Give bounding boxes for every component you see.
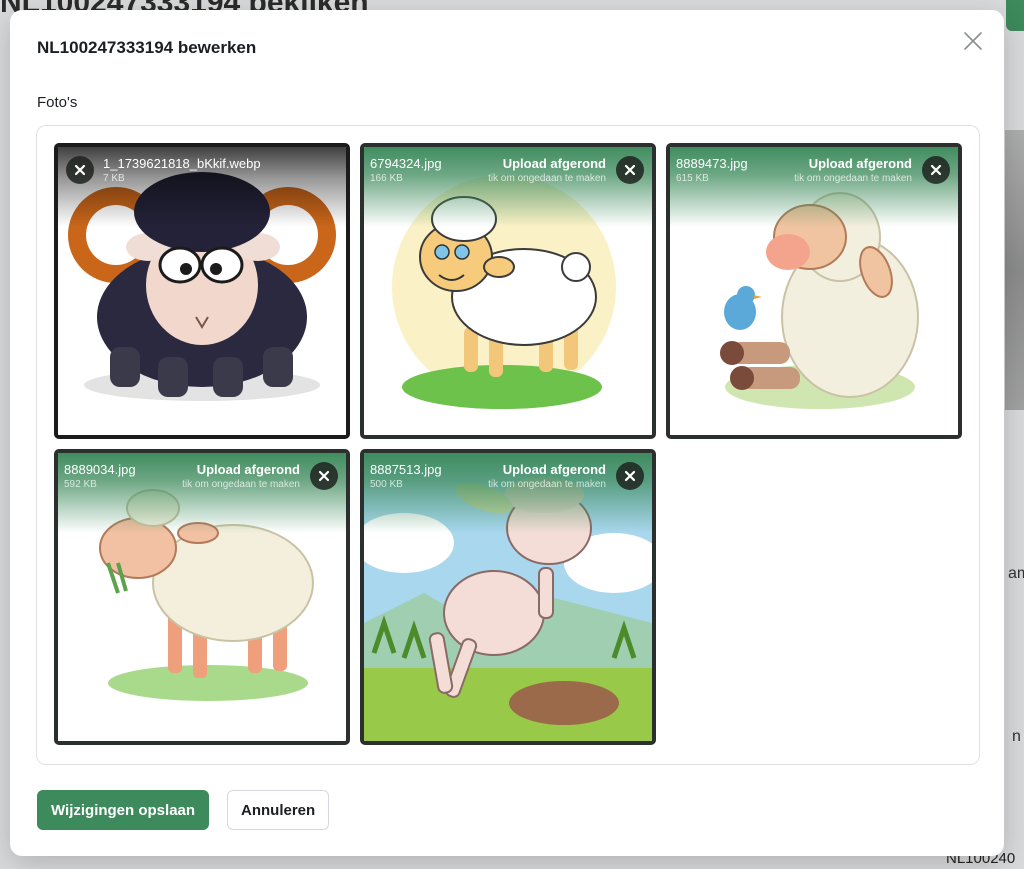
photo-tile[interactable]: 1_1739621818_bKkif.webp 7 KB	[54, 143, 350, 439]
photo-filename: 8889034.jpg	[64, 462, 136, 477]
remove-photo-button[interactable]	[616, 462, 644, 490]
remove-photo-button[interactable]	[616, 156, 644, 184]
photo-tile[interactable]: 8889473.jpg 615 KB Upload afgerond tik o…	[666, 143, 962, 439]
close-icon	[624, 164, 636, 176]
upload-status: Upload afgerond	[502, 462, 606, 477]
photo-tile[interactable]: 6794324.jpg 166 KB Upload afgerond tik o…	[360, 143, 656, 439]
undo-hint: tik om ongedaan te maken	[488, 479, 606, 490]
modal-title: NL100247333194 bewerken	[37, 38, 257, 57]
photo-tile[interactable]: 8889034.jpg 592 KB Upload afgerond tik o…	[54, 449, 350, 745]
photo-filesize: 615 KB	[676, 173, 709, 184]
photo-filename: 6794324.jpg	[370, 156, 442, 171]
photo-filesize: 7 KB	[103, 173, 125, 184]
background-text-fragment: n	[1012, 728, 1021, 745]
upload-status: Upload afgerond	[808, 156, 912, 171]
photos-label: Foto's	[37, 94, 78, 111]
photo-filesize: 166 KB	[370, 173, 403, 184]
remove-photo-button[interactable]	[310, 462, 338, 490]
close-icon	[74, 164, 86, 176]
upload-status: Upload afgerond	[196, 462, 300, 477]
edit-modal: NL100247333194 bewerken Foto's 1_1739621…	[10, 10, 1004, 856]
photo-filename: 8887513.jpg	[370, 462, 442, 477]
photo-filename: 8889473.jpg	[676, 156, 748, 171]
close-icon	[624, 470, 636, 482]
background-text-fragment: am	[1008, 565, 1024, 582]
photo-filesize: 592 KB	[64, 479, 97, 490]
remove-photo-button[interactable]	[922, 156, 950, 184]
save-button[interactable]: Wijzigingen opslaan	[37, 790, 210, 830]
photo-filesize: 500 KB	[370, 479, 403, 490]
upload-status: Upload afgerond	[502, 156, 606, 171]
close-icon	[930, 164, 942, 176]
photo-filename: 1_1739621818_bKkif.webp	[103, 156, 261, 171]
undo-hint: tik om ongedaan te maken	[488, 173, 606, 184]
background-thumbnail	[1005, 130, 1024, 410]
background-action-button	[1006, 0, 1024, 31]
undo-hint: tik om ongedaan te maken	[182, 479, 300, 490]
close-button[interactable]	[962, 30, 984, 52]
remove-photo-button[interactable]	[66, 156, 94, 184]
undo-hint: tik om ongedaan te maken	[794, 173, 912, 184]
photo-tile[interactable]: 8887513.jpg 500 KB Upload afgerond tik o…	[360, 449, 656, 745]
cancel-button[interactable]: Annuleren	[227, 790, 330, 830]
photo-uploader[interactable]: 1_1739621818_bKkif.webp 7 KB 6794324.jpg…	[36, 125, 980, 765]
close-icon	[318, 470, 330, 482]
close-icon	[964, 32, 982, 50]
